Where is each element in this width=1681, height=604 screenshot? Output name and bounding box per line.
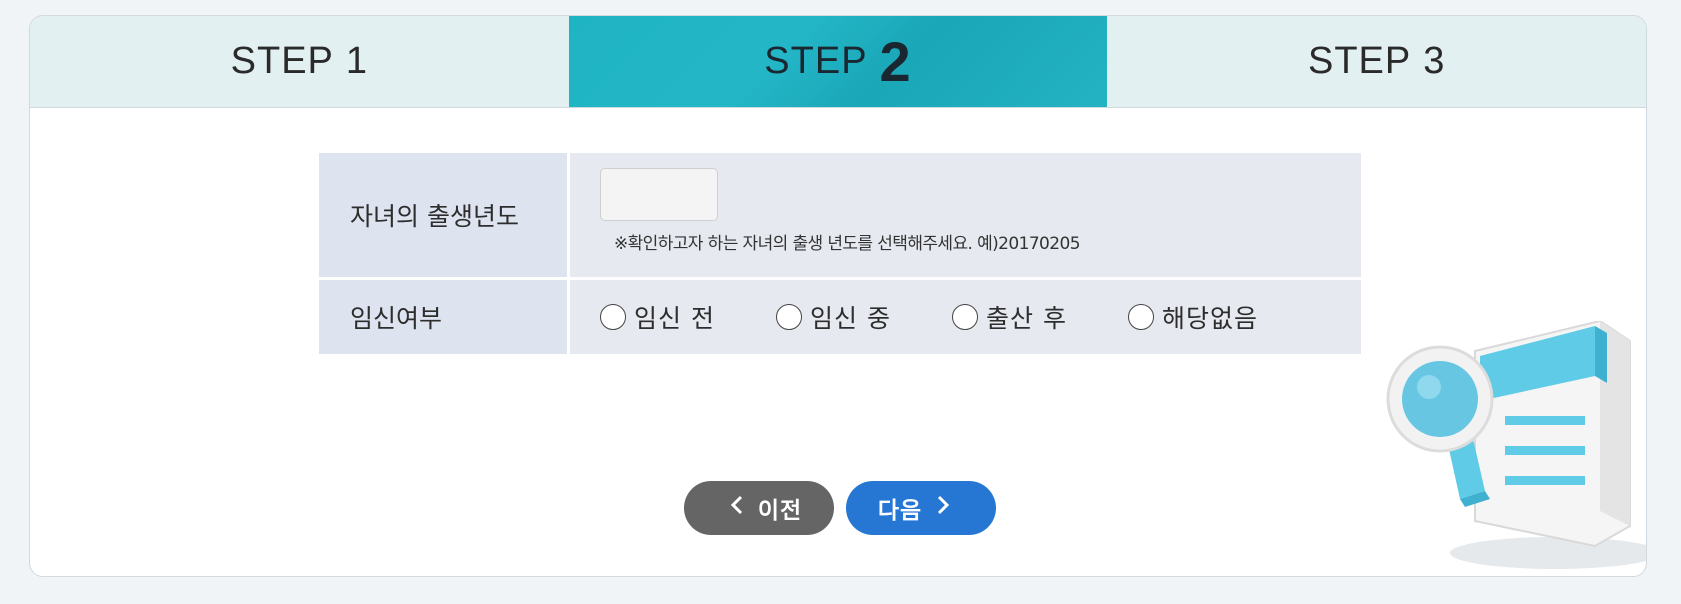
step-2-number: 2 <box>879 30 912 93</box>
radio-button[interactable] <box>600 304 626 330</box>
birth-year-input[interactable] <box>600 168 718 221</box>
radio-button[interactable] <box>776 304 802 330</box>
next-button-label[interactable]: 다음 <box>878 491 922 525</box>
step-3-number: 3 <box>1423 40 1446 82</box>
prev-button-label[interactable]: 이전 <box>758 491 802 525</box>
step-3-tab: STEP 3 <box>1107 16 1646 107</box>
step-1-number: 1 <box>345 40 369 82</box>
step-3-label: STEP <box>1307 40 1412 82</box>
step-2-tab-active: STEP 2 <box>568 16 1108 107</box>
radio-option-before-pregnancy[interactable]: 임신 전 <box>600 299 776 335</box>
radio-label[interactable]: 해당없음 <box>1162 299 1258 335</box>
pregnancy-field-cell: 임신 전 임신 중 출산 후 해당없음 <box>570 280 1361 354</box>
radio-option-after-birth[interactable]: 출산 후 <box>952 299 1128 335</box>
radio-button[interactable] <box>952 304 978 330</box>
radio-label[interactable]: 임신 중 <box>810 299 891 335</box>
next-button[interactable]: 다음 <box>846 481 996 535</box>
survey-form: 자녀의 출생년도 ※확인하고자 하는 자녀의 출생 년도를 선택해주세요. 예)… <box>319 153 1361 354</box>
radio-button[interactable] <box>1128 304 1154 330</box>
radio-option-not-applicable[interactable]: 해당없음 <box>1128 299 1304 335</box>
step-1-tab: STEP 1 <box>30 16 569 107</box>
radio-label[interactable]: 임신 전 <box>634 299 715 335</box>
birth-year-label: 자녀의 출생년도 <box>319 153 567 277</box>
radio-option-during-pregnancy[interactable]: 임신 중 <box>776 299 952 335</box>
birth-year-field-cell: ※확인하고자 하는 자녀의 출생 년도를 선택해주세요. 예)20170205 <box>570 153 1361 277</box>
wizard-card: STEP 1 STEP 2 STEP 3 자녀의 출생년도 ※확인하고자 하는 … <box>29 15 1647 577</box>
pregnancy-row: 임신여부 임신 전 임신 중 출산 후 해당없음 <box>319 280 1361 354</box>
pregnancy-label: 임신여부 <box>319 280 567 354</box>
step-1-label: STEP <box>230 40 334 82</box>
birth-year-row: 자녀의 출생년도 ※확인하고자 하는 자녀의 출생 년도를 선택해주세요. 예)… <box>319 153 1361 277</box>
birth-year-hint: ※확인하고자 하는 자녀의 출생 년도를 선택해주세요. 예)20170205 <box>614 234 1081 254</box>
document-search-illustration <box>1386 321 1646 569</box>
pregnancy-radio-group: 임신 전 임신 중 출산 후 해당없음 <box>600 280 1304 354</box>
radio-label[interactable]: 출산 후 <box>986 299 1067 335</box>
step-2-label: STEP <box>764 40 868 82</box>
prev-button[interactable]: 이전 <box>684 481 834 535</box>
chevron-left-icon <box>730 495 744 521</box>
chevron-right-icon <box>936 495 950 521</box>
step-indicator: STEP 1 STEP 2 STEP 3 <box>30 16 1646 108</box>
